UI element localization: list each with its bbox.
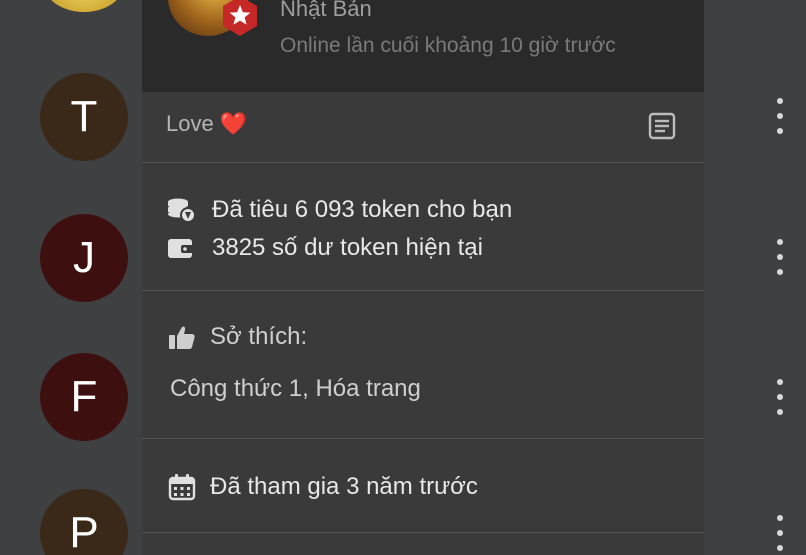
status-row: Love ❤️ — [142, 92, 704, 163]
tokens-spent: Đã tiêu 6 093 token cho bạn — [166, 196, 512, 224]
avatar[interactable] — [44, 0, 124, 12]
star-badge-icon — [223, 0, 257, 36]
tokens-row: Đã tiêu 6 093 token cho bạn 3825 số dư t… — [142, 163, 704, 291]
more-vertical-icon[interactable] — [775, 379, 785, 415]
avatar-initial: T — [70, 92, 98, 141]
avatar-initial: F — [70, 372, 98, 421]
avatar-f[interactable]: F — [40, 353, 128, 441]
joined-info: Đã tham gia 3 năm trước — [168, 473, 478, 501]
hobbies-row: Sở thích: Công thức 1, Hóa trang — [142, 291, 704, 439]
thumbs-up-icon — [169, 326, 195, 349]
hobbies-title: Sở thích: — [168, 323, 307, 351]
avatar-t[interactable]: T — [40, 73, 128, 161]
profile-header: Nhật Bản Online lần cuối khoảng 10 giờ t… — [142, 0, 704, 92]
avatar-initial: P — [69, 508, 99, 555]
coins-icon — [168, 198, 196, 223]
hobbies-title-text: Sở thích: — [210, 323, 308, 350]
avatar-p[interactable]: P — [40, 489, 128, 555]
avatar-j[interactable]: J — [40, 214, 128, 302]
joined-row: Đã tham gia 3 năm trước — [142, 439, 704, 533]
profile-popup: Nhật Bản Online lần cuối khoảng 10 giờ t… — [142, 0, 704, 555]
notes-icon[interactable] — [647, 111, 677, 141]
screen: T J F P Nhật Bản Online lần cuối khoảng … — [0, 0, 806, 555]
country-label: Nhật Bản — [280, 0, 372, 21]
avatar-initial: J — [73, 233, 95, 282]
calendar-icon — [168, 474, 196, 501]
tokens-balance: 3825 số dư token hiện tại — [166, 234, 483, 262]
more-vertical-icon[interactable] — [775, 239, 785, 275]
status-text: Love ❤️ — [166, 111, 248, 136]
hobbies-list: Công thức 1, Hóa trang — [170, 375, 421, 402]
wallet-icon — [168, 239, 194, 258]
tokens-spent-text: Đã tiêu 6 093 token cho bạn — [212, 196, 513, 223]
more-vertical-icon[interactable] — [775, 515, 785, 551]
joined-text: Đã tham gia 3 năm trước — [210, 473, 478, 500]
tokens-balance-text: 3825 số dư token hiện tại — [212, 234, 483, 261]
more-vertical-icon[interactable] — [775, 98, 785, 134]
last-online-text: Online lần cuối khoảng 10 giờ trước — [280, 34, 616, 57]
